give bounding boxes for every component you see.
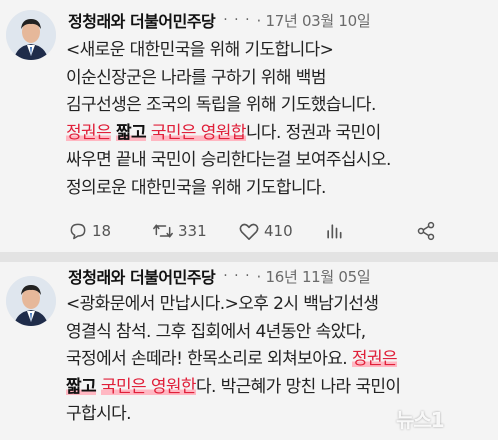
avatar[interactable] <box>6 276 56 326</box>
stats-button[interactable] <box>324 221 416 241</box>
post-line: 국정에서 손떼라! 한목소리로 외쳐보아요. 정권은 <box>66 346 492 374</box>
like-button[interactable]: 410 <box>238 221 324 241</box>
share-icon <box>417 221 435 241</box>
bar-chart-icon <box>327 224 342 239</box>
post-line: <광화문에서 만납시다.>오후 2시 백남기선생 <box>66 294 379 314</box>
post-text-segment: 다. 박근혜가 망친 나라 국민이 <box>195 376 401 397</box>
author-name[interactable]: 정청래와 더불어민주당 <box>68 8 216 32</box>
post-line: 이순신장군은 나라를 구하기 위해 백범 <box>66 67 326 88</box>
post-line: 싸우면 끝내 국민이 승리한다는걸 보여주십시오. <box>66 150 391 170</box>
avatar-portrait-icon <box>6 276 56 326</box>
post-line: 김구선생은 조국의 독립을 위해 기도했습니다. <box>66 95 376 115</box>
retweet-button[interactable]: 331 <box>152 221 238 241</box>
post-date: · 17년 03월 10일 <box>256 11 371 30</box>
post-date: · 16년 11월 05일 <box>256 267 371 286</box>
share-button[interactable] <box>416 221 452 241</box>
highlight-text: 정권은 <box>351 349 398 369</box>
avatar-portrait-icon <box>6 10 56 60</box>
like-count: 410 <box>264 222 293 240</box>
highlight-text: 정권은 <box>66 122 112 143</box>
author-name[interactable]: 정청래와 더불어민주당 <box>68 264 216 288</box>
heart-icon <box>239 223 259 240</box>
reply-count: 18 <box>92 222 112 240</box>
post-text-segment: 니다. 정권과 국민이 <box>245 122 381 143</box>
divider <box>0 252 498 262</box>
highlight-text: 국민은 영원한 <box>100 376 197 397</box>
retweet-count: 331 <box>178 222 207 240</box>
highlight-text: 짧고 <box>115 122 147 143</box>
post-header: 정청래와 더불어민주당 · · · · 16년 11월 05일 <box>68 264 371 288</box>
highlight-text: 국민은 영원합 <box>150 122 246 143</box>
reply-button[interactable]: 18 <box>68 221 152 241</box>
post-line: 영결식 참석. 그후 집회에서 4년동안 속았다, <box>66 321 366 342</box>
post-card-2[interactable]: 정청래와 더불어민주당 · · · · 16년 11월 05일 <광화문에서 만… <box>0 262 498 440</box>
more-options-icon[interactable]: · · · <box>223 12 250 28</box>
post-header: 정청래와 더불어민주당 · · · · 17년 03월 10일 <box>68 8 371 32</box>
highlight-text: 짧고 <box>66 376 97 397</box>
news1-watermark: 뉴스1 <box>396 408 445 432</box>
post-text-segment: 국정에서 손떼라! 한목소리로 외쳐보아요. <box>66 349 352 369</box>
avatar[interactable] <box>6 10 56 60</box>
post-text: <새로운 대한민국을 위해 기도합니다> 이순신장군은 나라를 구하기 위해 백… <box>66 37 492 202</box>
post-line: 정의로운 대한민국을 위해 기도합니다. <box>66 177 326 198</box>
comment-icon <box>70 223 86 240</box>
post-line: 정권은 짧고 국민은 영원합니다. 정권과 국민이 <box>66 120 492 148</box>
post-line: <새로운 대한민국을 위해 기도합니다> <box>66 40 334 60</box>
post-card-1[interactable]: 정청래와 더불어민주당 · · · · 17년 03월 10일 <새로운 대한민… <box>0 0 498 252</box>
retweet-icon <box>153 224 173 238</box>
post-actions: 18 331 410 <box>68 217 488 245</box>
more-options-icon[interactable]: · · · <box>223 268 250 284</box>
post-line: 짧고 국민은 영원한다. 박근혜가 망친 나라 국민이 <box>66 374 492 402</box>
